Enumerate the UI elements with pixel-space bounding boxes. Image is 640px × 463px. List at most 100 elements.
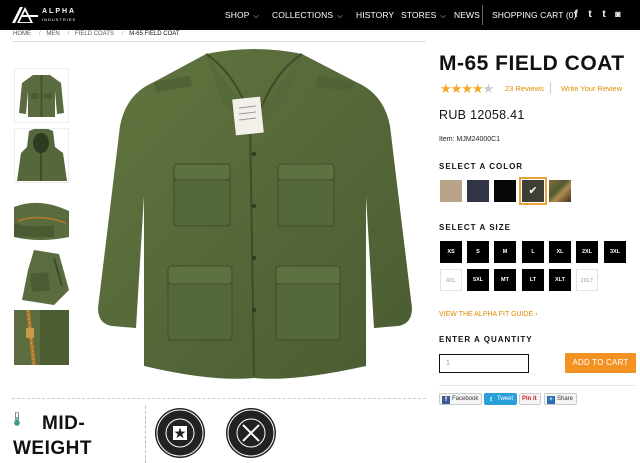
weight-indicator: MID- WEIGHT bbox=[13, 412, 133, 462]
item-number: Item: MJM24000C1 bbox=[439, 136, 501, 143]
breadcrumb-separator: / bbox=[39, 31, 41, 37]
facebook-share-label: Facebook bbox=[452, 396, 479, 402]
breadcrumb-separator: / bbox=[121, 31, 124, 37]
chevron-down-icon: ⌵ bbox=[440, 13, 446, 20]
jacket-hood-image bbox=[17, 128, 67, 181]
size-mt[interactable]: MT bbox=[494, 269, 516, 291]
chevron-down-icon: ⌵ bbox=[337, 13, 343, 20]
size-m[interactable]: M bbox=[494, 241, 516, 263]
share-label: Share bbox=[557, 396, 574, 402]
breadcrumb: HOME / MEN / FIELD COATS / M-65 FIELD COAT bbox=[13, 31, 184, 37]
size-l[interactable]: L bbox=[522, 241, 544, 263]
star-empty-icon: ★ bbox=[482, 81, 495, 96]
quantity-input[interactable]: 1 bbox=[439, 354, 529, 373]
color-swatch-camo[interactable] bbox=[549, 180, 571, 202]
size-2xlt[interactable]: 2XLT bbox=[576, 269, 598, 291]
nav-shop[interactable]: SHOP ⌵ bbox=[225, 10, 259, 21]
nav-collections[interactable]: COLLECTIONS ⌵ bbox=[272, 10, 343, 21]
color-swatch-olive[interactable]: ✔ bbox=[519, 177, 547, 205]
size-xlt[interactable]: XLT bbox=[549, 269, 571, 291]
thumbnail-zipper[interactable] bbox=[14, 309, 69, 366]
size-xl[interactable]: XL bbox=[549, 241, 571, 263]
color-swatch-black[interactable] bbox=[494, 180, 516, 202]
nav-stores-label: STORES bbox=[401, 10, 437, 20]
jacket-zipper-image bbox=[14, 309, 69, 366]
nav-news[interactable]: NEWS bbox=[454, 10, 480, 20]
breadcrumb-field-coats[interactable]: FIELD COATS bbox=[75, 31, 114, 37]
share-icon: + bbox=[547, 396, 555, 404]
thumbnail-hood[interactable] bbox=[14, 128, 69, 183]
breadcrumb-separator: / bbox=[67, 31, 70, 37]
alpha-logo-icon bbox=[12, 7, 38, 23]
twitter-icon[interactable]: t bbox=[585, 9, 595, 20]
write-review-link[interactable]: Write Your Review bbox=[561, 84, 622, 93]
nav-shop-label: SHOP bbox=[225, 10, 250, 20]
color-swatch-navy[interactable] bbox=[467, 180, 489, 202]
top-nav: ALPHA INDUSTRIES SHOP ⌵ COLLECTIONS ⌵ HIST… bbox=[0, 0, 640, 30]
nav-history[interactable]: HISTORY bbox=[356, 10, 394, 20]
select-size-label: SELECT A SIZE bbox=[439, 223, 511, 232]
army-seal-icon bbox=[156, 409, 204, 457]
alpha-logo[interactable]: ALPHA INDUSTRIES bbox=[12, 6, 84, 24]
thumbnail-collar[interactable] bbox=[14, 193, 69, 248]
star-icon: ★ bbox=[461, 81, 473, 96]
vertical-divider bbox=[145, 406, 146, 463]
fit-guide-link[interactable]: VIEW THE ALPHA FIT GUIDE › bbox=[439, 311, 538, 318]
marine-seal-icon bbox=[227, 409, 275, 457]
select-color-label: SELECT A COLOR bbox=[439, 162, 524, 171]
star-icon: ★ bbox=[471, 81, 484, 96]
logo-wordmark: ALPHA bbox=[42, 8, 77, 15]
thumbnail-sleeve[interactable] bbox=[14, 250, 69, 305]
nav-stores[interactable]: STORES ⌵ bbox=[401, 10, 446, 21]
tweet-button[interactable]: t Tweet bbox=[484, 393, 518, 405]
size-xs[interactable]: XS bbox=[440, 241, 462, 263]
nav-collections-label: COLLECTIONS bbox=[272, 10, 334, 20]
quantity-label: ENTER A QUANTITY bbox=[439, 335, 533, 344]
weight-line-2: WEIGHT bbox=[13, 438, 92, 459]
us-army-badge bbox=[155, 408, 205, 458]
add-to-cart-button[interactable]: ADD TO CART bbox=[565, 353, 636, 373]
check-icon: ✔ bbox=[528, 185, 538, 197]
product-price: RUB 12058.41 bbox=[439, 108, 525, 122]
tweet-label: Tweet bbox=[497, 396, 514, 402]
instagram-icon[interactable]: ◙ bbox=[613, 9, 623, 19]
share-button[interactable]: + Share bbox=[544, 393, 578, 405]
size-4xl[interactable]: 4XL bbox=[440, 269, 462, 291]
size-5xl[interactable]: 5XL bbox=[467, 269, 489, 291]
color-swatch-tan[interactable] bbox=[440, 180, 462, 202]
nav-divider bbox=[482, 5, 483, 25]
facebook-icon[interactable]: f bbox=[571, 9, 581, 20]
pin-it-label: Pin it bbox=[522, 396, 537, 402]
logo-subtitle: INDUSTRIES bbox=[42, 17, 77, 22]
breadcrumb-current: M-65 FIELD COAT bbox=[129, 31, 180, 37]
nav-shopping-cart[interactable]: SHOPPING CART (0) bbox=[492, 10, 577, 20]
star-icon: ★ bbox=[440, 81, 452, 96]
thermometer-icon bbox=[14, 412, 20, 426]
size-lt[interactable]: LT bbox=[522, 269, 544, 291]
chevron-down-icon: ⌵ bbox=[253, 13, 259, 20]
tumblr-icon[interactable]: t bbox=[599, 9, 609, 20]
us-marine-corps-badge bbox=[226, 408, 276, 458]
star-icon: ★ bbox=[450, 81, 463, 96]
weight-line-1: MID- bbox=[42, 413, 86, 434]
section-divider bbox=[12, 398, 426, 399]
breadcrumb-home[interactable]: HOME bbox=[13, 31, 31, 37]
size-2xl[interactable]: 2XL bbox=[576, 241, 598, 263]
pin-it-button[interactable]: Pin it bbox=[519, 393, 541, 405]
thumbnail-front[interactable] bbox=[14, 68, 69, 123]
breadcrumb-men[interactable]: MEN bbox=[46, 31, 59, 37]
product-title: M-65 FIELD COAT bbox=[439, 52, 625, 75]
review-divider bbox=[550, 82, 551, 94]
reviews-link[interactable]: 23 Reviews bbox=[505, 84, 544, 93]
jacket-thumbnail-image bbox=[19, 75, 64, 117]
product-main-image bbox=[98, 49, 412, 379]
size-s[interactable]: S bbox=[467, 241, 489, 263]
breadcrumb-divider bbox=[12, 41, 426, 42]
size-3xl[interactable]: 3XL bbox=[604, 241, 626, 263]
rating-stars[interactable]: ★★★★★ bbox=[440, 81, 495, 97]
share-divider bbox=[439, 385, 635, 386]
jacket-collar-image bbox=[14, 202, 69, 240]
jacket-sleeve-image bbox=[22, 250, 69, 305]
facebook-share-button[interactable]: f Facebook bbox=[439, 393, 483, 405]
twitter-icon: t bbox=[490, 397, 492, 403]
